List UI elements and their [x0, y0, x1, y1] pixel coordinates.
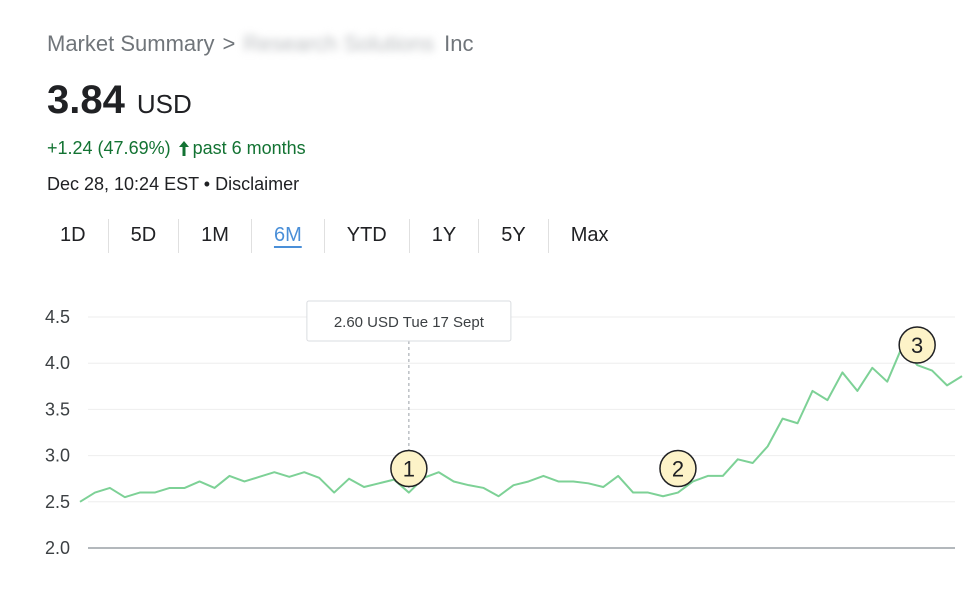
breadcrumb-root-link[interactable]: Market Summary — [47, 31, 214, 57]
chart-marker-label: 2 — [672, 457, 684, 482]
price-line — [79, 345, 963, 503]
y-tick-label: 2.5 — [45, 492, 70, 512]
arrow-up-icon — [177, 140, 191, 157]
tab-1m[interactable]: 1M — [179, 218, 251, 253]
quote-timestamp: Dec 28, 10:24 EST — [47, 174, 199, 194]
price-row: 3.84 USD — [47, 78, 192, 123]
price-currency: USD — [136, 89, 192, 119]
change-value: +1.24 (47.69%) — [47, 138, 171, 158]
disclaimer-link[interactable]: Disclaimer — [215, 174, 299, 194]
range-tabs: 1D 5D 1M 6M YTD 1Y 5Y Max — [38, 218, 630, 253]
tab-ytd[interactable]: YTD — [325, 218, 409, 253]
tab-max[interactable]: Max — [549, 218, 631, 253]
tab-1y[interactable]: 1Y — [410, 218, 478, 253]
quote-meta: Dec 28, 10:24 EST • Disclaimer — [47, 174, 299, 195]
chart-marker-label: 3 — [911, 333, 923, 358]
breadcrumb: Market Summary > Research Solutions Inc — [47, 31, 473, 57]
tab-6m[interactable]: 6M — [252, 218, 324, 253]
tab-5y[interactable]: 5Y — [479, 218, 547, 253]
stock-price: 3.84 — [47, 78, 125, 122]
chart-marker-label: 1 — [403, 457, 415, 482]
tab-1d[interactable]: 1D — [38, 218, 108, 253]
y-tick-label: 2.0 — [45, 538, 70, 558]
y-tick-label: 4.5 — [45, 307, 70, 327]
meta-bullet: • — [203, 174, 211, 194]
price-change: +1.24 (47.69%) past 6 months — [47, 138, 306, 159]
y-tick-label: 3.5 — [45, 399, 70, 419]
y-tick-label: 3.0 — [45, 446, 70, 466]
y-tick-label: 4.0 — [45, 353, 70, 373]
breadcrumb-company-suffix: Inc — [444, 31, 474, 56]
tab-5d[interactable]: 5D — [109, 218, 179, 253]
breadcrumb-company-name-blurred: Research Solutions — [243, 31, 435, 56]
change-period: past 6 months — [192, 138, 306, 158]
breadcrumb-separator: > — [222, 31, 236, 56]
tooltip-text: 2.60 USD Tue 17 Sept — [334, 314, 485, 331]
price-chart: 4.5 4.0 3.5 3.0 2.5 2.0 2.60 USD Tue 17 Sept 1 2… — [45, 300, 963, 558]
